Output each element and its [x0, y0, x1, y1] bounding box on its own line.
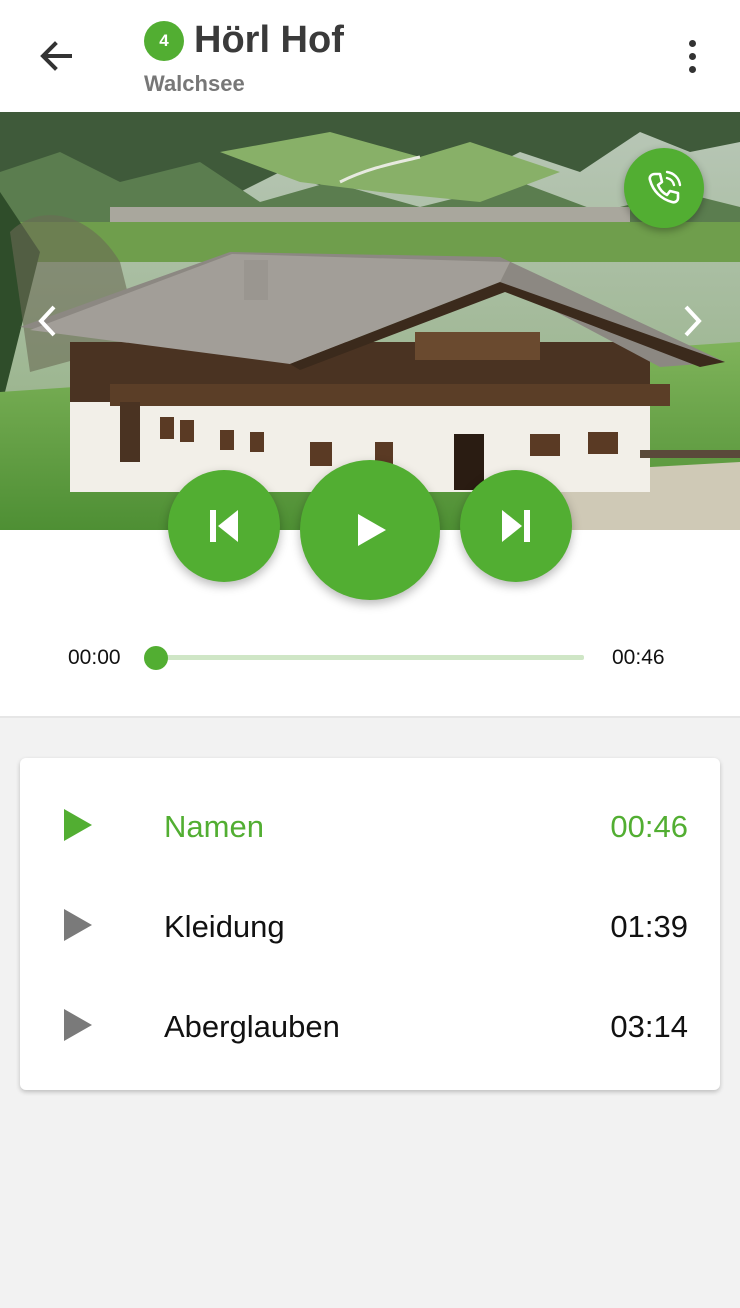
track-title: Aberglauben [164, 1009, 340, 1044]
more-vert-icon [688, 39, 696, 47]
track-title: Namen [164, 809, 264, 844]
more-menu-button[interactable] [668, 30, 716, 82]
phone-icon [648, 170, 682, 204]
arrow-left-icon [40, 41, 72, 71]
track-duration: 01:39 [610, 909, 688, 944]
play-icon [358, 514, 386, 546]
section-divider [0, 716, 740, 718]
previous-track-button[interactable] [168, 470, 280, 582]
play-icon [64, 809, 92, 841]
page-title: Hörl Hof [194, 19, 344, 61]
gallery-next-button[interactable] [672, 296, 712, 346]
track-title: Kleidung [164, 909, 285, 944]
skip-previous-icon [210, 510, 238, 542]
stop-number-badge: 4 [144, 21, 184, 61]
track-row[interactable]: Kleidung 01:39 [20, 875, 720, 975]
total-time: 00:46 [612, 646, 665, 669]
track-list: Namen 00:46 Kleidung 01:39 Aberglauben 0… [20, 758, 720, 1090]
call-button[interactable] [624, 148, 704, 228]
page-subtitle: Walchsee [144, 71, 245, 96]
back-button[interactable] [26, 28, 86, 84]
next-track-button[interactable] [460, 470, 572, 582]
play-icon [64, 1009, 92, 1041]
track-row[interactable]: Aberglauben 03:14 [20, 975, 720, 1075]
play-icon [64, 909, 92, 941]
app-bar: 4 Hörl Hof Walchsee [0, 0, 740, 112]
progress-thumb[interactable] [144, 646, 168, 670]
current-time: 00:00 [68, 646, 121, 669]
play-button[interactable] [300, 460, 440, 600]
gallery-prev-button[interactable] [28, 296, 68, 346]
chevron-left-icon [38, 305, 56, 337]
skip-next-icon [502, 510, 530, 542]
track-row[interactable]: Namen 00:46 [20, 775, 720, 875]
track-duration: 03:14 [610, 1009, 688, 1044]
track-duration: 00:46 [610, 809, 688, 844]
chevron-right-icon [684, 305, 702, 337]
progress-track[interactable] [156, 655, 584, 660]
